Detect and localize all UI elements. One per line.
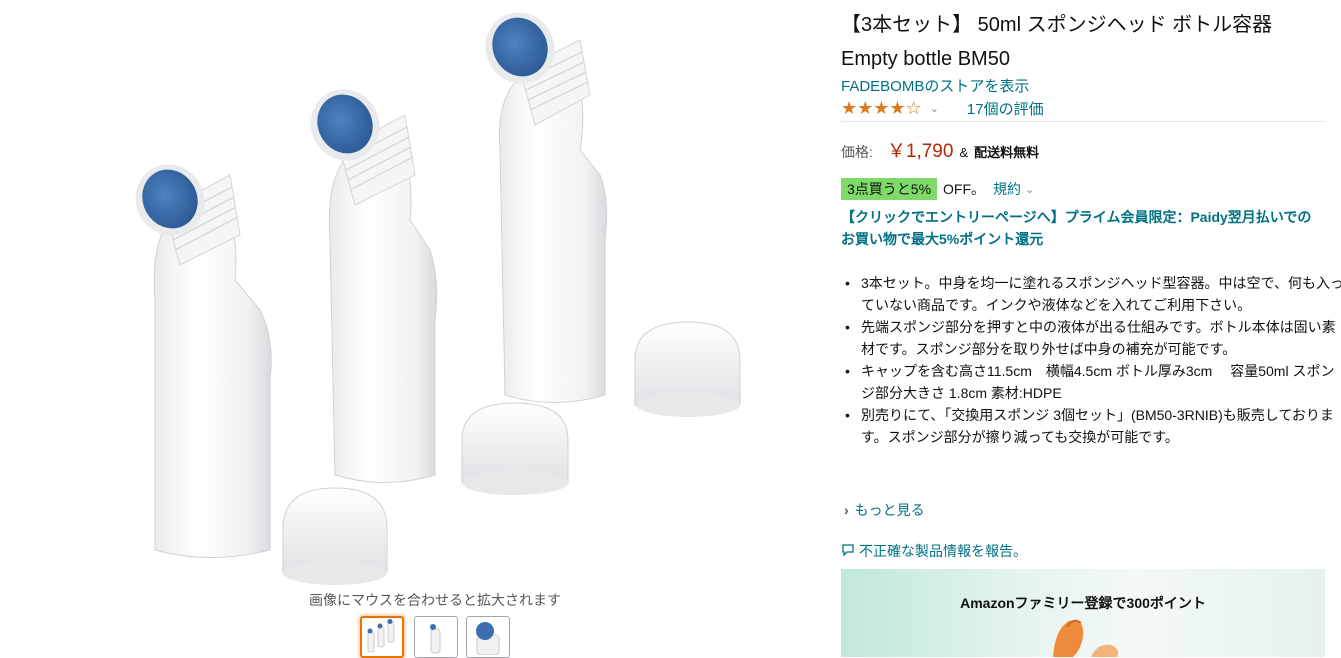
promo-badge: 3点買うと5% (841, 178, 938, 200)
chevron-down-icon[interactable]: ⌄ (930, 102, 939, 115)
report-incorrect-info-link[interactable]: 不正確な製品情報を報告。 (841, 541, 1027, 561)
bottle-front (135, 164, 272, 558)
product-detail: 【3本セット】 50ml スポンジヘッド ボトル容器 Empty bottle … (841, 0, 1341, 657)
divider (841, 121, 1325, 122)
thumbnail-3[interactable] (466, 616, 510, 658)
price-row: 価格: ￥1,790 & 配送料無料 (841, 136, 1039, 163)
prime-campaign-link[interactable]: 【クリックでエントリーページへ】プライム会員限定：Paidy翌月払いでのお買い物… (841, 206, 1325, 250)
promo-row: 3点買うと5% OFF。 規約 ⌄ (841, 178, 1034, 200)
image-gallery: 画像にマウスを合わせると拡大されます (0, 0, 830, 658)
feature-bullet: キャップを含む高さ11.5cm 横幅4.5cm ボトル厚み3cm 容量50ml … (845, 360, 1341, 404)
cap-middle (461, 402, 569, 495)
price-label: 価格: (841, 144, 873, 160)
see-more-link[interactable]: › もっと見る (844, 500, 925, 520)
free-shipping-label: 配送料無料 (974, 145, 1040, 160)
chevron-down-icon[interactable]: ⌄ (1025, 183, 1034, 196)
amazon-family-banner[interactable]: Amazonファミリー登録で300ポイント (841, 569, 1325, 657)
product-main-image[interactable] (110, 0, 770, 590)
rating-count-link[interactable]: 17個の評価 (967, 98, 1044, 119)
cap-right (634, 321, 741, 417)
cap-front (282, 487, 388, 585)
bottle-back (485, 12, 608, 403)
feature-bullet: 先端スポンジ部分を押すと中の液体が出る仕組みです。ボトル本体は固い素材です。スポ… (845, 316, 1341, 360)
feature-bullet: 3本セット。中身を均一に塗れるスポンジヘッド型容器。中は空で、何も入っていない商… (845, 272, 1341, 316)
feature-bullets: 3本セット。中身を均一に塗れるスポンジヘッド型容器。中は空で、何も入っていない商… (841, 272, 1341, 448)
speech-bubble-icon (841, 543, 855, 560)
thumbnail-2[interactable] (414, 616, 458, 658)
feature-bullet: 別売りにて、「交換用スポンジ 3個セット」(BM50-3RNIB)も販売しており… (845, 404, 1341, 448)
promo-off-text: OFF。 (943, 181, 986, 197)
see-more-label: もっと見る (854, 502, 925, 518)
promo-terms-link[interactable]: 規約 (993, 179, 1021, 199)
rating-row: ★★★★☆ ⌄ 17個の評価 (841, 97, 1044, 119)
product-title: 【3本セット】 50ml スポンジヘッド ボトル容器 Empty bottle … (841, 14, 1273, 70)
thumbnail-1[interactable] (360, 616, 404, 658)
report-label: 不正確な製品情報を報告。 (859, 543, 1027, 559)
store-link[interactable]: FADEBOMBのストアを表示 (841, 75, 1029, 96)
banner-illustration (1053, 619, 1119, 657)
star-rating-icon[interactable]: ★★★★☆ (841, 98, 922, 119)
price-amp: & (959, 145, 969, 160)
zoom-hint: 画像にマウスを合わせると拡大されます (309, 592, 561, 608)
price-value: ￥1,790 (886, 141, 954, 162)
bottle-middle (310, 89, 438, 483)
chevron-right-icon: › (844, 502, 849, 518)
